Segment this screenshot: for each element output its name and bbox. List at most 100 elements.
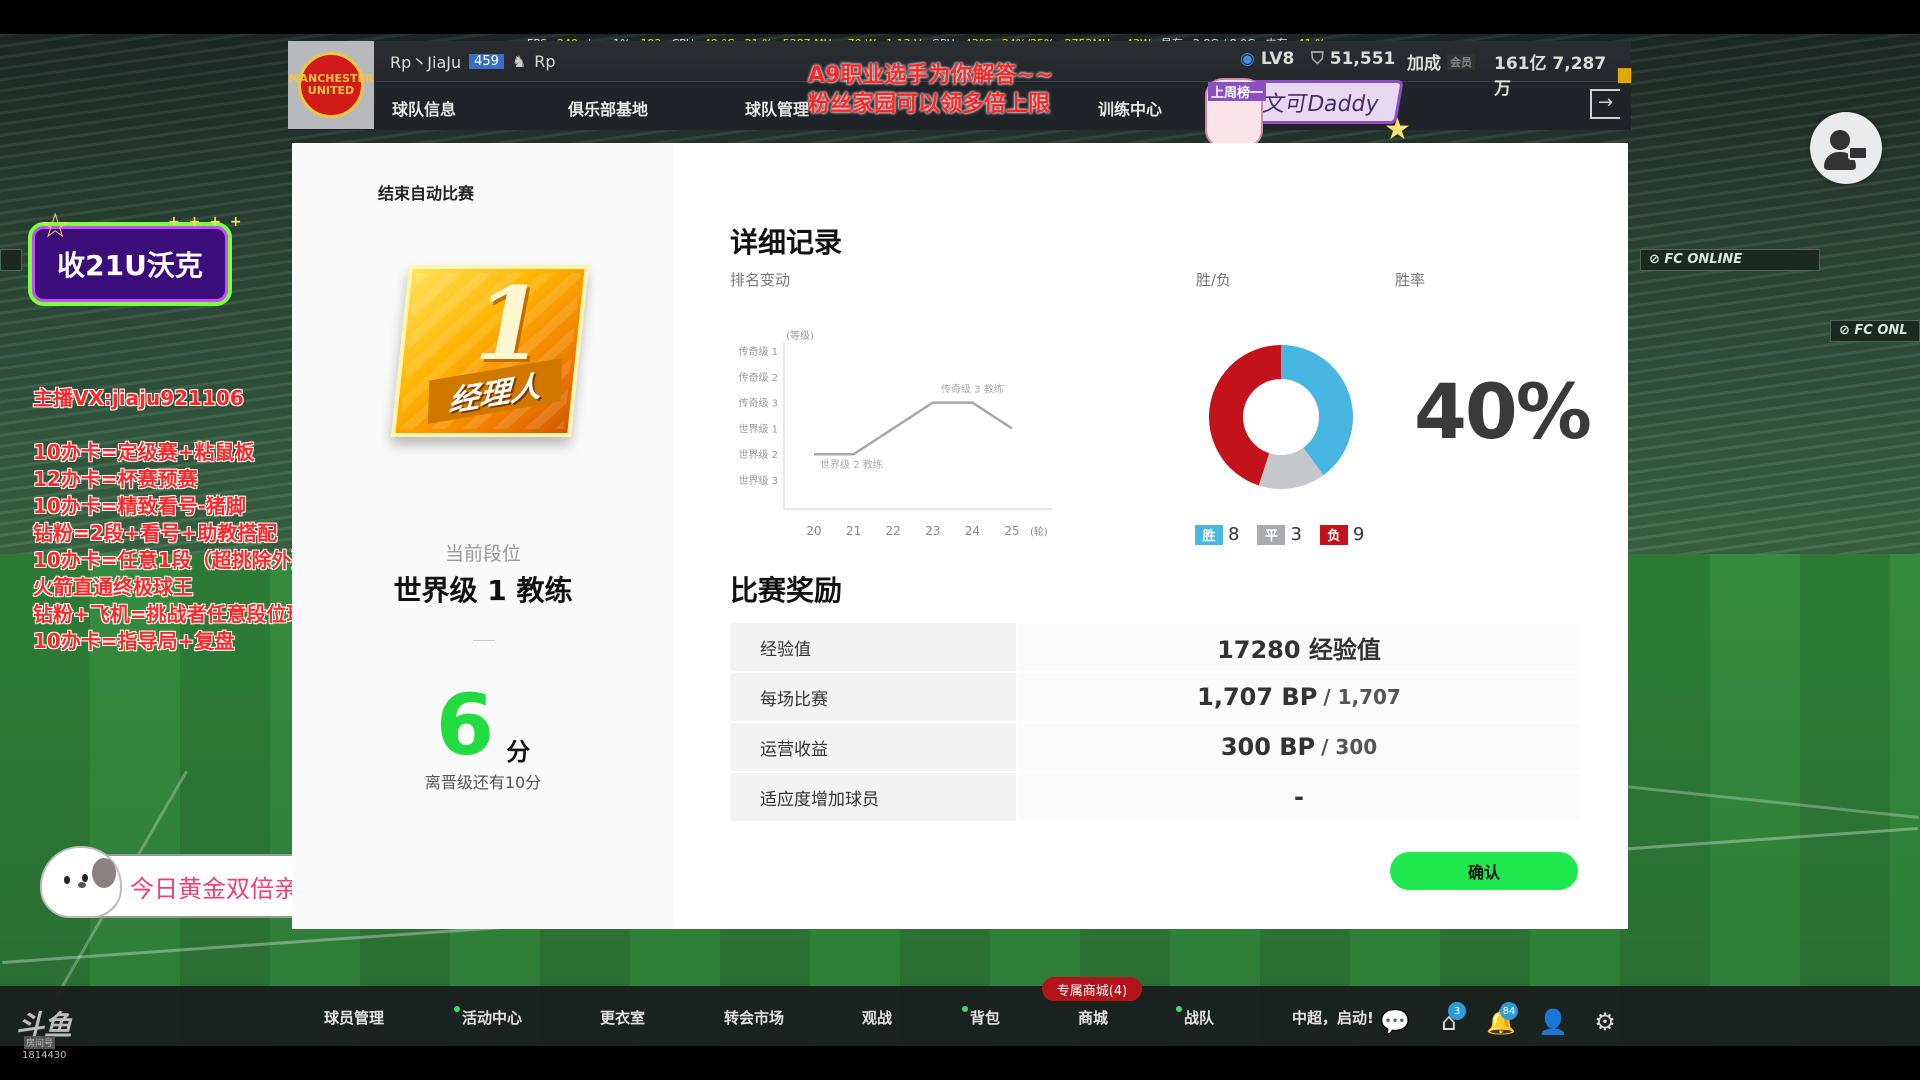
promo-line: 10办卡=精致看号-猪脚 [33, 494, 246, 518]
promo-line: 10办卡=指导局+复盘 [33, 629, 235, 653]
club-crest-icon: MANCHESTER UNITED [289, 52, 373, 118]
reward-row: 每场比赛 1,707 BP/ 1,707 [730, 673, 1580, 721]
reward-row: 适应度增加球员 - [730, 773, 1580, 821]
x-unit-label: (轮) [1030, 525, 1048, 538]
social-chat-button[interactable] [1810, 112, 1882, 184]
team-icon: ♞ [511, 51, 527, 71]
confirm-button[interactable]: 确认 [1390, 852, 1578, 890]
profile-icon[interactable]: 👤 [1538, 1008, 1568, 1036]
boost-info[interactable]: 加成 会员 [1407, 49, 1475, 74]
legend-draw-swatch: 平 [1257, 524, 1286, 545]
nav-locker-room[interactable]: 更衣室 [600, 1007, 645, 1028]
top-black-bar [0, 0, 1920, 34]
ad-board: ⊘ FC ONL [1830, 320, 1920, 342]
promo-line: 钻粉+飞机=挑战者任意段位球王 [33, 602, 327, 626]
rank-change-chart: (等级) 传奇级 1 传奇级 2 传奇级 3 世界级 1 世界级 2 世界级 3 20 21 22… [738, 329, 1052, 538]
promo-line: 10办卡=任意1段（超挑除外） [33, 548, 312, 572]
greeting-text[interactable]: 中超，启动! [1292, 1007, 1374, 1028]
y-tick-label: 传奇级 1 [738, 345, 778, 358]
nav-player-manage[interactable]: 球员管理 [324, 1007, 384, 1028]
user-chat-icon-bubble [1848, 146, 1868, 160]
gear-icon[interactable]: ⚙ [1590, 1008, 1620, 1036]
nav-team-info[interactable]: 球队信息 [392, 96, 456, 120]
nav-activity-center[interactable]: 活动中心 [462, 1007, 522, 1028]
promotion-hint: 离晋级还有10分 [424, 773, 542, 792]
bp-icon: ▆ [1617, 64, 1631, 84]
dog-eye [82, 874, 88, 882]
new-dot [1176, 1006, 1182, 1012]
bottom-nav [0, 986, 1920, 1046]
chat-bubble-icon[interactable]: 💬 [1380, 1008, 1410, 1036]
nav-squad[interactable]: 战队 [1184, 1007, 1214, 1028]
legend-loss-count: 9 [1352, 524, 1365, 545]
x-tick-label: 23 [925, 524, 940, 538]
nav-backpack[interactable]: 背包 [970, 1007, 1000, 1028]
member-label: 会员 [1447, 53, 1475, 70]
nav-team-manage[interactable]: 球队管理 [745, 96, 809, 120]
globe-icon: ◉ [1240, 49, 1255, 69]
current-rank: 世界级 1 教练 [393, 574, 573, 607]
reward-extra: / 1,707 [1323, 685, 1401, 709]
stream-banner-1: A9职业选手为你解答~~ [808, 63, 1054, 88]
username: Rp丶JiaJu [390, 53, 462, 72]
legend-win-swatch: 胜 [1195, 524, 1223, 545]
legend-loss-swatch: 负 [1319, 524, 1348, 545]
coin-value: 51,551 [1329, 49, 1396, 69]
promo-line: 主播VX:jiaju921106 [33, 386, 244, 410]
rank-score: 6分 [292, 683, 674, 767]
end-auto-match-title: 结束自动比赛 [378, 184, 475, 203]
score-unit: 分 [506, 738, 531, 766]
reward-key: 运营收益 [730, 723, 1016, 771]
rank-annotation: 传奇级 3 教练 [941, 383, 1004, 396]
x-tick-label: 20 [806, 524, 821, 538]
stream-banner-2: 粉丝家园可以领多倍上限 [808, 92, 1051, 117]
new-dot [962, 1006, 968, 1012]
legend-loss: 负 9 [1319, 524, 1365, 545]
manager-level[interactable]: ◉ LV8 [1240, 49, 1294, 69]
promo-line: 钻粉=2段+看号+助教搭配 [33, 521, 278, 545]
win-rate-value: 40% [1414, 367, 1592, 456]
new-dot [454, 1006, 460, 1012]
win-loss-donut [1209, 345, 1353, 489]
star-icon: ★ [1384, 112, 1411, 147]
exit-icon[interactable] [1590, 89, 1620, 119]
legend-draw-count: 3 [1290, 524, 1302, 545]
rank-change-label: 排名变动 [730, 271, 791, 289]
user-chat-icon [1830, 130, 1850, 150]
legend-win: 胜 8 [1195, 524, 1239, 545]
reward-row: 经验值 17280 经验值 [730, 623, 1580, 671]
dog-eye [64, 876, 70, 884]
nav-spectate[interactable]: 观战 [862, 1007, 892, 1028]
dog-ear [92, 858, 116, 888]
promo-line: 10办卡=定级赛+粘鼠板 [33, 440, 255, 464]
promo-line: 火箭直通终极球王 [33, 575, 193, 599]
dog-nose [78, 882, 86, 888]
neon-plus: + + + + [168, 214, 244, 230]
boost-label: 加成 [1407, 54, 1441, 74]
gift-badge: 3 [1448, 1002, 1466, 1020]
nav-store[interactable]: 商城 [1078, 1007, 1108, 1028]
match-result-modal: 结束自动比赛 1 经理人 当前段位 世界级 1 教练 6分 离晋级还有10分 详… [292, 143, 1628, 929]
reward-key: 每场比赛 [730, 673, 1016, 721]
nav-club-base[interactable]: 俱乐部基地 [568, 96, 648, 120]
promo-line: 12办卡=杯赛预赛 [33, 467, 198, 491]
win-rate-label: 胜率 [1395, 271, 1426, 289]
room-label: 房间号 [24, 1036, 56, 1049]
win-loss-label: 胜/负 [1196, 271, 1232, 289]
user-info: Rp丶JiaJu 459 ♞ Rp [390, 49, 556, 73]
manager-level-value: LV8 [1260, 49, 1295, 69]
reward-value: 1,707 BP/ 1,707 [1018, 673, 1580, 721]
reward-value: 17280 经验值 [1018, 623, 1580, 671]
bell-badge: 84 [1500, 1002, 1518, 1020]
ad-board [0, 249, 22, 271]
exclusive-store-button[interactable]: 专属商城(4) [1042, 977, 1142, 1001]
nav-training-center[interactable]: 训练中心 [1098, 96, 1162, 120]
coin-balance[interactable]: ⛉ 51,551 [1311, 49, 1395, 69]
rank-line [814, 401, 1013, 456]
reward-extra: / 300 [1321, 735, 1378, 759]
club-crest[interactable]: MANCHESTER UNITED [288, 41, 374, 129]
x-tick-label: 22 [886, 524, 901, 538]
reward-table: 经验值 17280 经验值 每场比赛 1,707 BP/ 1,707 运营收益 … [730, 623, 1580, 823]
x-tick-label: 25 [1004, 524, 1019, 538]
nav-transfer-market[interactable]: 转会市场 [724, 1007, 784, 1028]
